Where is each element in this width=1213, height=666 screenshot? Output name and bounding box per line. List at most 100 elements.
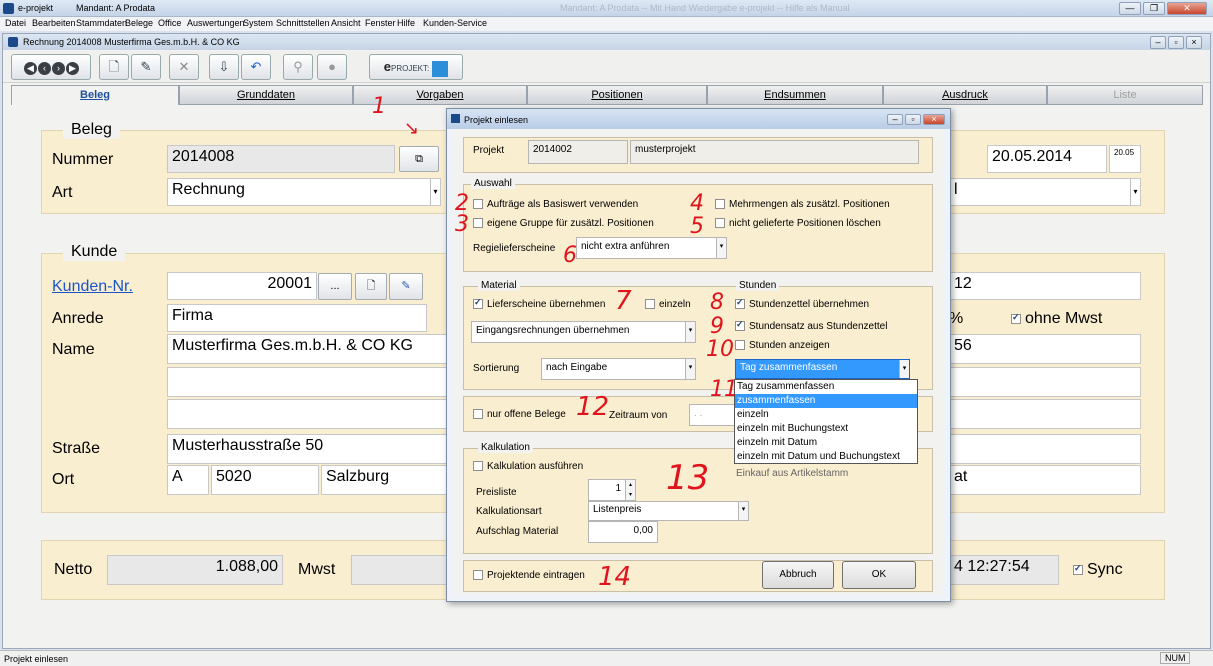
menu-ansicht[interactable]: Ansicht — [331, 18, 361, 28]
right-dropdown-arrow[interactable]: ▾ — [1130, 179, 1140, 205]
land-field[interactable]: A — [167, 465, 209, 495]
menu-system[interactable]: System — [243, 18, 273, 28]
save-button[interactable]: ⇩ — [209, 54, 239, 80]
menu-schnittstellen[interactable]: Schnittstellen — [276, 18, 330, 28]
plz-field[interactable]: 5020 — [211, 465, 319, 495]
art-select[interactable]: Rechnung — [167, 178, 441, 206]
new-document-button[interactable]: 🗋 — [99, 54, 129, 80]
tab-ausdruck[interactable]: Ausdruck — [883, 85, 1047, 105]
regie-dropdown-arrow[interactable]: ▾ — [716, 238, 726, 258]
kalkulationsart-select[interactable]: Listenpreis ▾ — [588, 501, 749, 521]
option-einzeln-datum-buchungstext[interactable]: einzeln mit Datum und Buchungstext — [735, 450, 917, 464]
app-restore-button[interactable]: ❐ — [1143, 2, 1165, 15]
eigene-gruppe-checkbox[interactable]: eigene Gruppe für zusätzl. Positionen — [473, 218, 654, 229]
right-field-at[interactable]: at — [949, 465, 1141, 495]
lieferscheine-checkbox[interactable]: Lieferscheine übernehmen — [473, 297, 605, 310]
date-field[interactable]: 20.05.2014 — [987, 145, 1107, 173]
nicht-geliefert-checkbox[interactable]: nicht gelieferte Positionen löschen — [715, 218, 881, 229]
eprojekt-logo-button[interactable]: ePROJEKT: — [369, 54, 463, 80]
time-field[interactable]: 20.05 — [1109, 145, 1141, 173]
dialog-close-button[interactable]: × — [923, 114, 945, 125]
dialog-minimize-button[interactable]: – — [887, 114, 903, 125]
menu-datei[interactable]: Datei — [5, 18, 26, 28]
delete-button[interactable]: ✕ — [169, 54, 199, 80]
doc-minimize-button[interactable]: – — [1150, 36, 1166, 49]
record-navigation[interactable]: ◀ ‹ › ▶ — [11, 54, 91, 80]
eingangsrechnungen-dropdown-arrow[interactable]: ▾ — [685, 322, 695, 342]
search-button[interactable]: ⚲ — [283, 54, 313, 80]
menu-kunden-service[interactable]: Kunden-Service — [423, 18, 487, 28]
right-field-blank3[interactable] — [949, 434, 1141, 464]
tab-endsummen[interactable]: Endsummen — [707, 85, 883, 105]
menu-hilfe[interactable]: Hilfe — [397, 18, 415, 28]
menu-office[interactable]: Office — [158, 18, 181, 28]
menu-bearbeiten[interactable]: Bearbeiten — [32, 18, 76, 28]
option-einzeln[interactable]: einzeln — [735, 408, 917, 422]
menu-auswertungen[interactable]: Auswertungen — [187, 18, 245, 28]
name2-field[interactable] — [167, 367, 447, 397]
kunden-new-button[interactable]: 🗋 — [355, 273, 387, 300]
right-field-12[interactable]: 12 — [949, 272, 1141, 300]
mehrmengen-checkbox[interactable]: Mehrmengen als zusätzl. Positionen — [715, 199, 890, 210]
strasse-field[interactable]: Musterhausstraße 50 — [167, 434, 447, 464]
eingangsrechnungen-select[interactable]: Eingangsrechnungen übernehmen ▾ — [471, 321, 696, 343]
preisliste-stepper[interactable]: 1 ▴ ▾ — [588, 479, 636, 501]
art-dropdown-arrow[interactable]: ▾ — [430, 179, 440, 205]
stundensatz-checkbox[interactable]: Stundensatz aus Stundenzettel — [735, 319, 887, 332]
first-record-icon[interactable]: ◀ — [24, 62, 37, 75]
option-einzeln-buchungstext[interactable]: einzeln mit Buchungstext — [735, 422, 917, 436]
menu-belege[interactable]: Belege — [125, 18, 153, 28]
app-close-button[interactable]: ✕ — [1167, 2, 1207, 15]
apple-icon-button[interactable]: ● — [317, 54, 347, 80]
doc-close-button[interactable]: × — [1186, 36, 1202, 49]
edit-button[interactable]: ✎ — [131, 54, 161, 80]
dialog-maximize-button[interactable]: ▫ — [905, 114, 921, 125]
name3-field[interactable] — [167, 399, 447, 429]
prev-record-icon[interactable]: ‹ — [38, 62, 51, 75]
right-field-blank2[interactable] — [949, 399, 1141, 429]
tab-grunddaten[interactable]: Grunddaten — [179, 85, 353, 105]
kunden-search-button[interactable]: ... — [318, 273, 352, 300]
nummer-field[interactable]: 2014008 — [167, 145, 395, 173]
copy-number-button[interactable]: ⧉ — [399, 146, 439, 172]
option-zusammenfassen[interactable]: zusammenfassen — [735, 394, 917, 408]
anrede-field[interactable]: Firma — [167, 304, 427, 332]
doc-restore-button[interactable]: ▫ — [1168, 36, 1184, 49]
last-record-icon[interactable]: ▶ — [66, 62, 79, 75]
next-record-icon[interactable]: › — [52, 62, 65, 75]
right-select[interactable]: l — [949, 178, 1141, 206]
kalkulation-ausfuehren-checkbox[interactable]: Kalkulation ausführen — [473, 461, 583, 472]
einzeln-checkbox[interactable]: einzeln — [645, 299, 691, 310]
tab-beleg[interactable]: Beleg — [11, 85, 179, 105]
kunden-nr-link[interactable]: Kunden-Nr. — [52, 278, 133, 296]
right-field-blank1[interactable] — [949, 367, 1141, 397]
ok-button[interactable]: OK — [842, 561, 916, 589]
aufschlag-field[interactable]: 0,00 — [588, 521, 658, 543]
stundenzettel-checkbox[interactable]: Stundenzettel übernehmen — [735, 297, 869, 310]
preisliste-spin-icon[interactable]: ▴ ▾ — [625, 480, 635, 500]
option-einzeln-datum[interactable]: einzeln mit Datum — [735, 436, 917, 450]
name-field[interactable]: Musterfirma Ges.m.b.H. & CO KG — [167, 334, 447, 364]
ort-field[interactable]: Salzburg — [321, 465, 447, 495]
abbruch-button[interactable]: Abbruch — [762, 561, 834, 589]
stunden-anzeigen-checkbox[interactable]: Stunden anzeigen — [735, 340, 830, 351]
app-minimize-button[interactable]: — — [1119, 2, 1141, 15]
kalkulationsart-dropdown-arrow[interactable]: ▾ — [738, 502, 748, 520]
undo-button[interactable]: ↶ — [241, 54, 271, 80]
zeitraum-von-field[interactable]: . . — [689, 404, 739, 426]
projektende-checkbox[interactable]: Projektende eintragen — [473, 570, 585, 581]
stunden-combo[interactable]: Tag zusammenfassen ▾ — [735, 359, 910, 379]
sortierung-select[interactable]: nach Eingabe ▾ — [541, 358, 696, 380]
stunden-dropdown-arrow[interactable]: ▾ — [899, 360, 909, 378]
ohne-mwst-checkbox[interactable]: ohne Mwst — [1011, 310, 1102, 328]
option-tag-zusammenfassen[interactable]: Tag zusammenfassen — [735, 380, 917, 394]
menu-stammdaten[interactable]: Stammdaten — [76, 18, 127, 28]
sortierung-dropdown-arrow[interactable]: ▾ — [685, 359, 695, 379]
menu-fenster[interactable]: Fenster — [365, 18, 396, 28]
sync-checkbox[interactable]: Sync — [1073, 561, 1123, 579]
offene-belege-checkbox[interactable]: nur offene Belege — [473, 409, 566, 420]
auftraege-checkbox[interactable]: Aufträge als Basiswert verwenden — [473, 199, 638, 210]
right-field-56[interactable]: 56 — [949, 334, 1141, 364]
kunden-edit-button[interactable]: ✎ — [389, 273, 423, 300]
kunden-nr-field[interactable]: 20001 — [167, 272, 317, 300]
